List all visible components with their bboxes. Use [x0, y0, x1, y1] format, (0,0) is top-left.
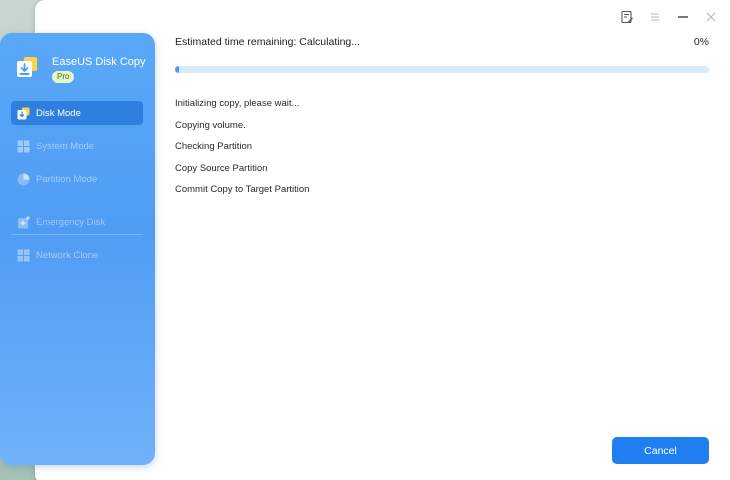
brand: EaseUS Disk Copy Pro	[15, 55, 150, 87]
log-line: Checking Partition	[175, 141, 253, 152]
copy-log-list: Initializing copy, please wait... Copyin…	[175, 98, 309, 206]
sidebar-item-system-mode[interactable]: System Mode	[11, 134, 143, 158]
sidebar-item-label: Partition Mode	[36, 173, 98, 185]
menu-icon[interactable]	[647, 9, 663, 25]
sidebar: EaseUS Disk Copy Pro Disk Mode System Mo…	[0, 33, 155, 465]
sidebar-item-disk-mode[interactable]: Disk Mode	[11, 101, 143, 125]
sidebar-item-label: Network Clone	[36, 249, 99, 261]
sidebar-item-partition-mode[interactable]: Partition Mode	[11, 167, 143, 191]
sidebar-item-emergency-disk[interactable]: Emergency Disk	[11, 210, 143, 234]
sidebar-item-label: System Mode	[36, 140, 95, 152]
estimated-time-label: Estimated time remaining: Calculating...	[175, 36, 360, 48]
log-line: Commit Copy to Target Partition	[175, 184, 310, 195]
progress-percent: 0%	[693, 36, 709, 48]
disk-mode-icon	[17, 107, 30, 120]
cancel-button[interactable]: Cancel	[612, 437, 709, 464]
sidebar-item-label: Emergency Disk	[36, 216, 106, 228]
sidebar-divider	[11, 234, 143, 235]
minimize-icon[interactable]	[675, 9, 691, 25]
app-name: EaseUS Disk Copy	[52, 56, 146, 68]
log-line: Initializing copy, please wait...	[175, 98, 300, 109]
log-line: Copying volume.	[175, 119, 246, 131]
log-line: Copy Source Partition	[175, 162, 268, 174]
app-logo-icon	[15, 55, 39, 81]
edition-badge: Pro	[52, 71, 75, 83]
partition-mode-icon	[17, 173, 30, 186]
progress-bar	[175, 66, 709, 73]
network-clone-icon	[17, 249, 30, 262]
close-icon[interactable]	[703, 9, 719, 25]
sidebar-item-label: Disk Mode	[36, 107, 81, 119]
sidebar-item-network-clone[interactable]: Network Clone	[11, 243, 143, 267]
progress-bar-fill	[175, 66, 179, 73]
system-mode-icon	[17, 140, 30, 153]
feedback-icon[interactable]	[619, 9, 635, 25]
emergency-disk-icon	[17, 215, 30, 229]
